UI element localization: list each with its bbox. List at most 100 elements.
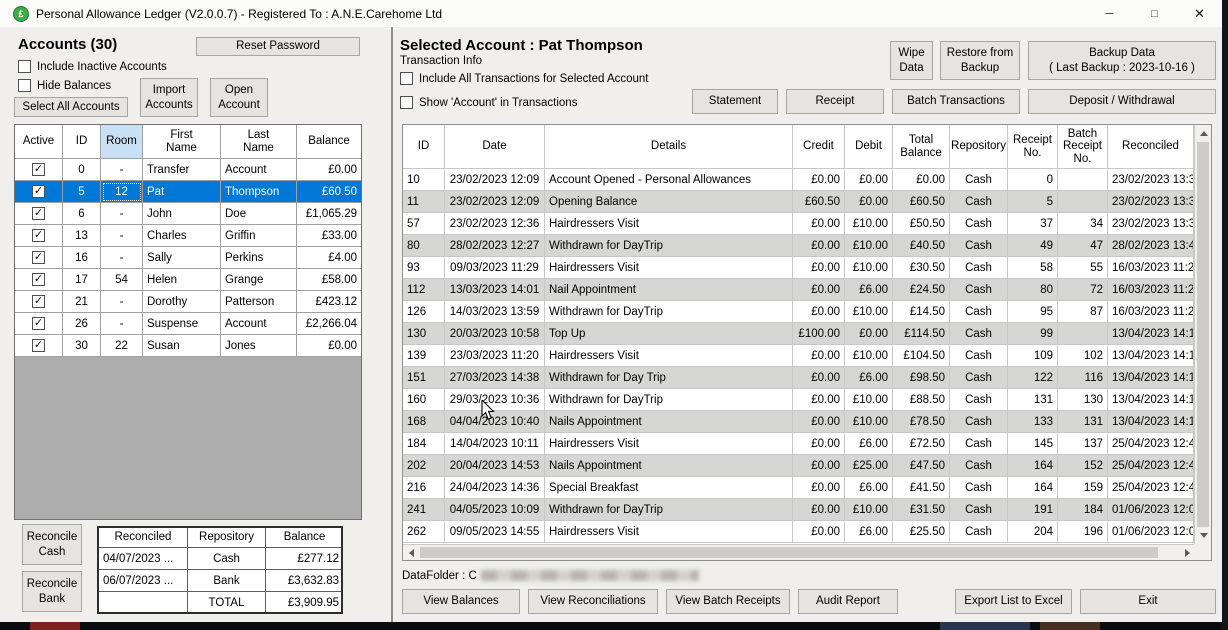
- column-header-repository[interactable]: Repository: [950, 125, 1008, 169]
- cell-reconciled[interactable]: 23/02/2023 13:3: [1108, 169, 1194, 191]
- cell-reconciled[interactable]: 25/04/2023 12:4: [1108, 433, 1194, 455]
- transaction-row[interactable]: 24104/05/2023 10:09Withdrawn for DayTrip…: [403, 499, 1195, 521]
- cell-date[interactable]: 23/02/2023 12:09: [445, 191, 545, 213]
- account-row[interactable]: 0-TransferAccount£0.00: [15, 159, 361, 181]
- cell-active[interactable]: [15, 203, 63, 225]
- cell-total-balance[interactable]: £104.50: [893, 345, 950, 367]
- transaction-row[interactable]: 12614/03/2023 13:59Withdrawn for DayTrip…: [403, 301, 1195, 323]
- cell-id[interactable]: 112: [403, 279, 445, 301]
- cell-details[interactable]: Nail Appointment: [545, 279, 793, 301]
- transaction-row[interactable]: 11213/03/2023 14:01Nail Appointment£0.00…: [403, 279, 1195, 301]
- cell-total-balance[interactable]: £50.50: [893, 213, 950, 235]
- cell-date[interactable]: 04/05/2023 10:09: [445, 499, 545, 521]
- cell-details[interactable]: Opening Balance: [545, 191, 793, 213]
- column-header-id[interactable]: ID: [63, 125, 101, 159]
- cell-room[interactable]: 12: [101, 181, 143, 203]
- cell-reconciled[interactable]: 25/04/2023 12:4: [1108, 477, 1194, 499]
- cell-date[interactable]: 09/05/2023 14:55: [445, 521, 545, 543]
- cell-details[interactable]: Top Up: [545, 323, 793, 345]
- cell-receipt-no[interactable]: 145: [1008, 433, 1058, 455]
- backup-data-button[interactable]: Backup Data ( Last Backup : 2023-10-16 ): [1028, 41, 1216, 80]
- column-header-last-name[interactable]: Last Name: [221, 125, 297, 159]
- cell-id[interactable]: 5: [63, 181, 101, 203]
- cell-date[interactable]: 27/03/2023 14:38: [445, 367, 545, 389]
- view-batch-receipts-button[interactable]: View Batch Receipts: [666, 589, 790, 614]
- cell-repository[interactable]: Cash: [950, 235, 1008, 257]
- horizontal-scrollbar[interactable]: [403, 544, 1196, 560]
- column-header-reconciled[interactable]: Reconciled: [99, 528, 188, 548]
- cell-balance[interactable]: £60.50: [297, 181, 362, 203]
- cell-debit[interactable]: £10.00: [845, 213, 893, 235]
- cell-credit[interactable]: £0.00: [793, 433, 845, 455]
- transaction-row[interactable]: 21624/04/2023 14:36Special Breakfast£0.0…: [403, 477, 1195, 499]
- cell-last-name[interactable]: Patterson: [221, 291, 297, 313]
- cell-balance[interactable]: £1,065.29: [297, 203, 362, 225]
- account-row[interactable]: 6-JohnDoe£1,065.29: [15, 203, 361, 225]
- column-header-repository[interactable]: Repository: [188, 528, 266, 548]
- cell-details[interactable]: Withdrawn for Day Trip: [545, 367, 793, 389]
- row-active-checkbox[interactable]: [32, 229, 45, 242]
- transaction-row[interactable]: 20220/04/2023 14:53Nails Appointment£0.0…: [403, 455, 1195, 477]
- cell-details[interactable]: Hairdressers Visit: [545, 257, 793, 279]
- cell-room[interactable]: -: [101, 313, 143, 335]
- cell-repository[interactable]: Cash: [950, 213, 1008, 235]
- cell-credit[interactable]: £0.00: [793, 499, 845, 521]
- cell-debit[interactable]: £6.00: [845, 279, 893, 301]
- reconcile-cash-button[interactable]: Reconcile Cash: [22, 524, 82, 565]
- cell-first-name[interactable]: John: [143, 203, 221, 225]
- cell-first-name[interactable]: Helen: [143, 269, 221, 291]
- transaction-row[interactable]: 13020/03/2023 10:58Top Up£100.00£0.00£11…: [403, 323, 1195, 345]
- row-active-checkbox[interactable]: [32, 295, 45, 308]
- cell-id[interactable]: 13: [63, 225, 101, 247]
- column-header-first-name[interactable]: First Name: [143, 125, 221, 159]
- cell-balance[interactable]: £0.00: [297, 335, 362, 357]
- cell-repository[interactable]: Cash: [950, 455, 1008, 477]
- cell-id[interactable]: 6: [63, 203, 101, 225]
- transaction-row[interactable]: 26209/05/2023 14:55Hairdressers Visit£0.…: [403, 521, 1195, 543]
- cell-details[interactable]: Account Opened - Personal Allowances: [545, 169, 793, 191]
- cell-balance[interactable]: £277.12: [266, 548, 343, 570]
- import-accounts-button[interactable]: Import Accounts: [140, 78, 198, 117]
- column-header-room[interactable]: Room: [101, 125, 143, 159]
- cell-receipt-no[interactable]: 0: [1008, 169, 1058, 191]
- cell-date[interactable]: 14/04/2023 10:11: [445, 433, 545, 455]
- cell-batch-receipt-no[interactable]: 159: [1058, 477, 1108, 499]
- cell-id[interactable]: 130: [403, 323, 445, 345]
- cell-id[interactable]: 160: [403, 389, 445, 411]
- cell-first-name[interactable]: Transfer: [143, 159, 221, 181]
- maximize-button[interactable]: □: [1132, 0, 1177, 27]
- cell-reconciled[interactable]: 25/04/2023 12:4: [1108, 455, 1194, 477]
- transaction-row[interactable]: 18414/04/2023 10:11Hairdressers Visit£0.…: [403, 433, 1195, 455]
- cell-room[interactable]: -: [101, 225, 143, 247]
- cell-credit[interactable]: £0.00: [793, 367, 845, 389]
- scroll-down-button[interactable]: [1195, 527, 1212, 544]
- cell-credit[interactable]: £0.00: [793, 477, 845, 499]
- cell-repository[interactable]: Cash: [950, 257, 1008, 279]
- cell-total-balance[interactable]: £0.00: [893, 169, 950, 191]
- cell-credit[interactable]: £0.00: [793, 389, 845, 411]
- cell-batch-receipt-no[interactable]: 196: [1058, 521, 1108, 543]
- cell-date[interactable]: 29/03/2023 10:36: [445, 389, 545, 411]
- cell-id[interactable]: 26: [63, 313, 101, 335]
- cell-reconciled[interactable]: 01/06/2023 12:0: [1108, 499, 1194, 521]
- view-reconciliations-button[interactable]: View Reconciliations: [528, 589, 658, 614]
- cell-receipt-no[interactable]: 164: [1008, 477, 1058, 499]
- cell-debit[interactable]: £0.00: [845, 191, 893, 213]
- row-active-checkbox[interactable]: [32, 251, 45, 264]
- cell-id[interactable]: 93: [403, 257, 445, 279]
- cell-total-balance[interactable]: £40.50: [893, 235, 950, 257]
- column-header-balance[interactable]: Balance: [297, 125, 362, 159]
- cell-last-name[interactable]: Grange: [221, 269, 297, 291]
- cell-first-name[interactable]: Susan: [143, 335, 221, 357]
- account-row[interactable]: 3022SusanJones£0.00: [15, 335, 361, 357]
- cell-id[interactable]: 168: [403, 411, 445, 433]
- cell-repository[interactable]: Cash: [950, 191, 1008, 213]
- cell-batch-receipt-no[interactable]: 131: [1058, 411, 1108, 433]
- cell-repository[interactable]: Cash: [950, 411, 1008, 433]
- restore-from-backup-button[interactable]: Restore from Backup: [940, 41, 1020, 80]
- cell-date[interactable]: 09/03/2023 11:29: [445, 257, 545, 279]
- row-active-checkbox[interactable]: [32, 339, 45, 352]
- cell-date[interactable]: 23/02/2023 12:36: [445, 213, 545, 235]
- cell-credit[interactable]: £0.00: [793, 301, 845, 323]
- cell-debit[interactable]: £6.00: [845, 477, 893, 499]
